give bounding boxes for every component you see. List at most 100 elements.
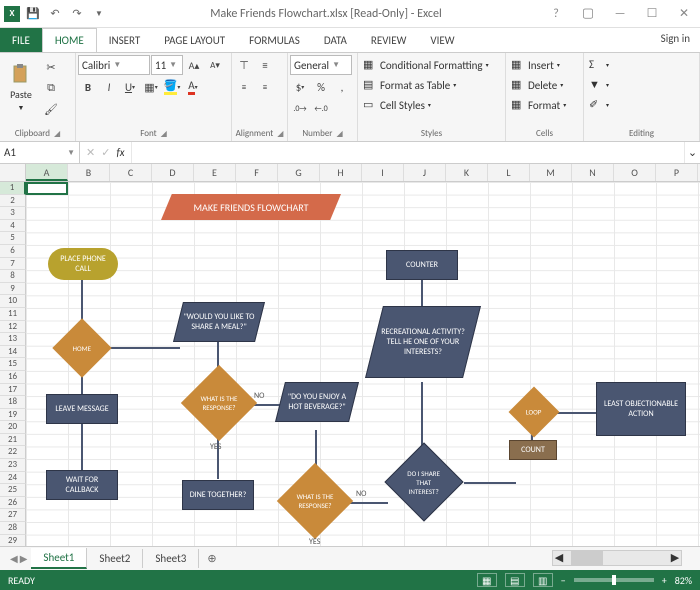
flowchart-title[interactable]: MAKE FRIENDS FLOWCHART [161, 194, 341, 220]
row-header[interactable]: 8 [0, 270, 26, 283]
align-middle-button[interactable]: ≡ [255, 55, 275, 75]
column-header[interactable]: G [278, 164, 320, 181]
enter-fx-icon[interactable]: ✓ [101, 146, 110, 159]
column-header[interactable]: B [68, 164, 110, 181]
row-header[interactable]: 27 [0, 509, 26, 522]
row-header[interactable]: 29 [0, 535, 26, 546]
row-header[interactable]: 13 [0, 333, 26, 346]
qat-dropdown-icon[interactable]: ▼ [90, 5, 108, 23]
row-header[interactable]: 14 [0, 346, 26, 359]
shape-leave[interactable]: LEAVE MESSAGE [46, 394, 118, 424]
zoom-out-button[interactable]: − [561, 574, 566, 587]
column-header[interactable]: F [236, 164, 278, 181]
tab-home[interactable]: HOME [42, 28, 97, 52]
page-break-button[interactable]: ▥ [533, 573, 553, 587]
shape-least[interactable]: LEAST OBJECTIONABLE ACTION [596, 382, 686, 436]
cancel-fx-icon[interactable]: ✕ [86, 146, 95, 159]
bold-button[interactable]: B [78, 77, 98, 97]
format-cells-button[interactable]: ▦Format▾ [508, 95, 569, 115]
tab-review[interactable]: REVIEW [359, 28, 419, 52]
format-painter-button[interactable]: 🖌 [41, 99, 61, 119]
fill-button[interactable]: ▼▾ [586, 75, 612, 95]
column-header[interactable]: O [614, 164, 656, 181]
number-format-select[interactable]: General▼ [290, 55, 352, 75]
font-name-select[interactable]: Calibri▼ [78, 55, 150, 75]
row-header[interactable]: 20 [0, 421, 26, 434]
launcher-icon[interactable]: ◢ [336, 129, 342, 139]
row-header[interactable]: 1 [0, 182, 26, 195]
row-header[interactable]: 11 [0, 308, 26, 321]
row-header[interactable]: 17 [0, 384, 26, 397]
formula-input[interactable] [132, 142, 684, 163]
ribbon-options-icon[interactable]: ▢ [576, 4, 600, 24]
decrease-font-button[interactable]: A▾ [205, 55, 225, 75]
tab-data[interactable]: DATA [312, 28, 359, 52]
signin-link[interactable]: Sign in [651, 28, 700, 52]
undo-icon[interactable]: ↶ [46, 5, 64, 23]
column-header[interactable]: E [194, 164, 236, 181]
border-button[interactable]: ▦▾ [141, 77, 161, 97]
italic-button[interactable]: I [99, 77, 119, 97]
launcher-icon[interactable]: ◢ [277, 129, 283, 139]
conditional-formatting-button[interactable]: ▦Conditional Formatting▾ [360, 55, 492, 75]
shape-start[interactable]: PLACE PHONE CALL [48, 248, 118, 280]
percent-button[interactable]: % [311, 77, 331, 97]
align-top-button[interactable]: ⊤ [234, 55, 254, 75]
row-header[interactable]: 10 [0, 295, 26, 308]
column-header[interactable]: L [488, 164, 530, 181]
page-layout-button[interactable]: ▤ [505, 573, 525, 587]
shape-count[interactable]: COUNT [509, 440, 557, 460]
shape-dine[interactable]: DINE TOGETHER? [182, 480, 254, 510]
shape-beverage[interactable]: "DO YOU ENJOY A HOT BEVERAGE?" [275, 382, 359, 422]
row-header[interactable]: 23 [0, 459, 26, 472]
zoom-in-button[interactable]: + [662, 574, 667, 587]
row-header[interactable]: 4 [0, 220, 26, 233]
minimize-icon[interactable]: — [608, 4, 632, 24]
maximize-icon[interactable]: ☐ [640, 4, 664, 24]
column-header[interactable]: N [572, 164, 614, 181]
prev-sheet-icon[interactable]: ◀ [10, 552, 18, 565]
font-size-select[interactable]: 11▼ [151, 55, 183, 75]
row-header[interactable]: 2 [0, 195, 26, 208]
row-header[interactable]: 7 [0, 258, 26, 271]
add-sheet-button[interactable]: ⊕ [199, 552, 224, 565]
underline-button[interactable]: U▾ [120, 77, 140, 97]
row-header[interactable]: 25 [0, 484, 26, 497]
shape-response1[interactable]: WHAT IS THE RESPONSE? [181, 365, 257, 441]
comma-button[interactable]: , [332, 77, 352, 97]
format-as-table-button[interactable]: ▤Format as Table▾ [360, 75, 459, 95]
row-header[interactable]: 6 [0, 245, 26, 258]
launcher-icon[interactable]: ◢ [161, 129, 167, 139]
shape-meal[interactable]: "WOULD YOU LIKE TO SHARE A MEAL?" [173, 302, 265, 342]
zoom-slider[interactable] [574, 578, 654, 582]
expand-formula-icon[interactable]: ⌄ [684, 142, 700, 163]
zoom-level[interactable]: 82% [675, 574, 692, 587]
column-header[interactable]: D [152, 164, 194, 181]
cell-styles-button[interactable]: ▭Cell Styles▾ [360, 95, 434, 115]
launcher-icon[interactable]: ◢ [54, 129, 60, 139]
increase-decimal-button[interactable]: .0→ [290, 99, 310, 119]
sheet-tab-1[interactable]: Sheet1 [31, 548, 87, 569]
name-box[interactable]: A1▼ [0, 142, 80, 163]
copy-button[interactable]: ⧉ [41, 78, 61, 98]
align-center-button[interactable]: ≡ [255, 77, 275, 97]
next-sheet-icon[interactable]: ▶ [20, 552, 28, 565]
fx-icon[interactable]: fx [116, 146, 124, 159]
close-icon[interactable]: ✕ [672, 4, 696, 24]
normal-view-button[interactable]: ▦ [477, 573, 497, 587]
row-header[interactable]: 21 [0, 434, 26, 447]
column-header[interactable]: H [320, 164, 362, 181]
row-header[interactable]: 12 [0, 321, 26, 334]
row-header[interactable]: 3 [0, 207, 26, 220]
row-header[interactable]: 26 [0, 497, 26, 510]
column-header[interactable]: M [530, 164, 572, 181]
column-header[interactable]: K [446, 164, 488, 181]
cut-button[interactable]: ✂ [41, 57, 61, 77]
row-header[interactable]: 18 [0, 396, 26, 409]
row-header[interactable]: 22 [0, 446, 26, 459]
delete-cells-button[interactable]: ▦Delete▾ [508, 75, 566, 95]
column-header[interactable]: C [110, 164, 152, 181]
insert-cells-button[interactable]: ▦Insert▾ [508, 55, 563, 75]
tab-insert[interactable]: INSERT [97, 28, 153, 52]
fill-color-button[interactable]: 🪣▾ [162, 77, 182, 97]
